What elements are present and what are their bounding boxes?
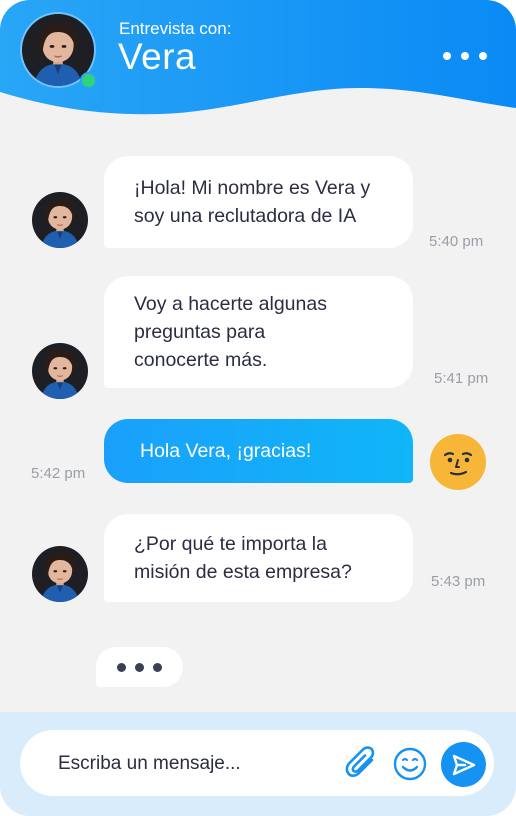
more-options-icon[interactable] (443, 44, 487, 68)
online-status-indicator (80, 72, 97, 89)
typing-dot (153, 662, 162, 672)
message-input[interactable] (56, 730, 340, 798)
dot (479, 52, 487, 60)
user-avatar-smiley-icon (430, 434, 486, 490)
recruiter-avatar (32, 546, 88, 602)
user-message-bubble: Hola Vera, ¡gracias! (104, 419, 413, 483)
message-composer (20, 730, 494, 798)
recruiter-photo (32, 343, 88, 399)
recruiter-avatar (32, 192, 88, 248)
paperclip-icon[interactable] (345, 746, 379, 782)
message-bubble: ¿Por qué te importa la misión de esta em… (104, 514, 413, 602)
chat-header: Entrevista con: Vera (0, 0, 516, 140)
chat-window: Entrevista con: Vera ¡Hola! Mi nombre es… (0, 0, 516, 816)
message-time: 5:40 pm (429, 233, 484, 250)
send-icon (452, 754, 475, 775)
typing-indicator (96, 647, 183, 687)
message-time: 5:41 pm (434, 370, 489, 387)
message-time: 5:43 pm (431, 573, 486, 590)
typing-dot (117, 662, 126, 672)
recruiter-name: Vera (118, 36, 197, 77)
emoji-icon[interactable] (393, 747, 427, 781)
send-button[interactable] (441, 742, 486, 787)
message-bubble: ¡Hola! Mi nombre es Vera y soy una reclu… (104, 156, 413, 248)
dot (443, 52, 451, 60)
recruiter-photo (32, 192, 88, 248)
typing-dot (135, 662, 144, 672)
recruiter-photo (32, 546, 88, 602)
dot (461, 52, 469, 60)
message-time: 5:42 pm (31, 465, 86, 482)
recruiter-avatar (32, 343, 88, 399)
message-bubble: Voy a hacerte algunas preguntas para con… (104, 276, 413, 388)
